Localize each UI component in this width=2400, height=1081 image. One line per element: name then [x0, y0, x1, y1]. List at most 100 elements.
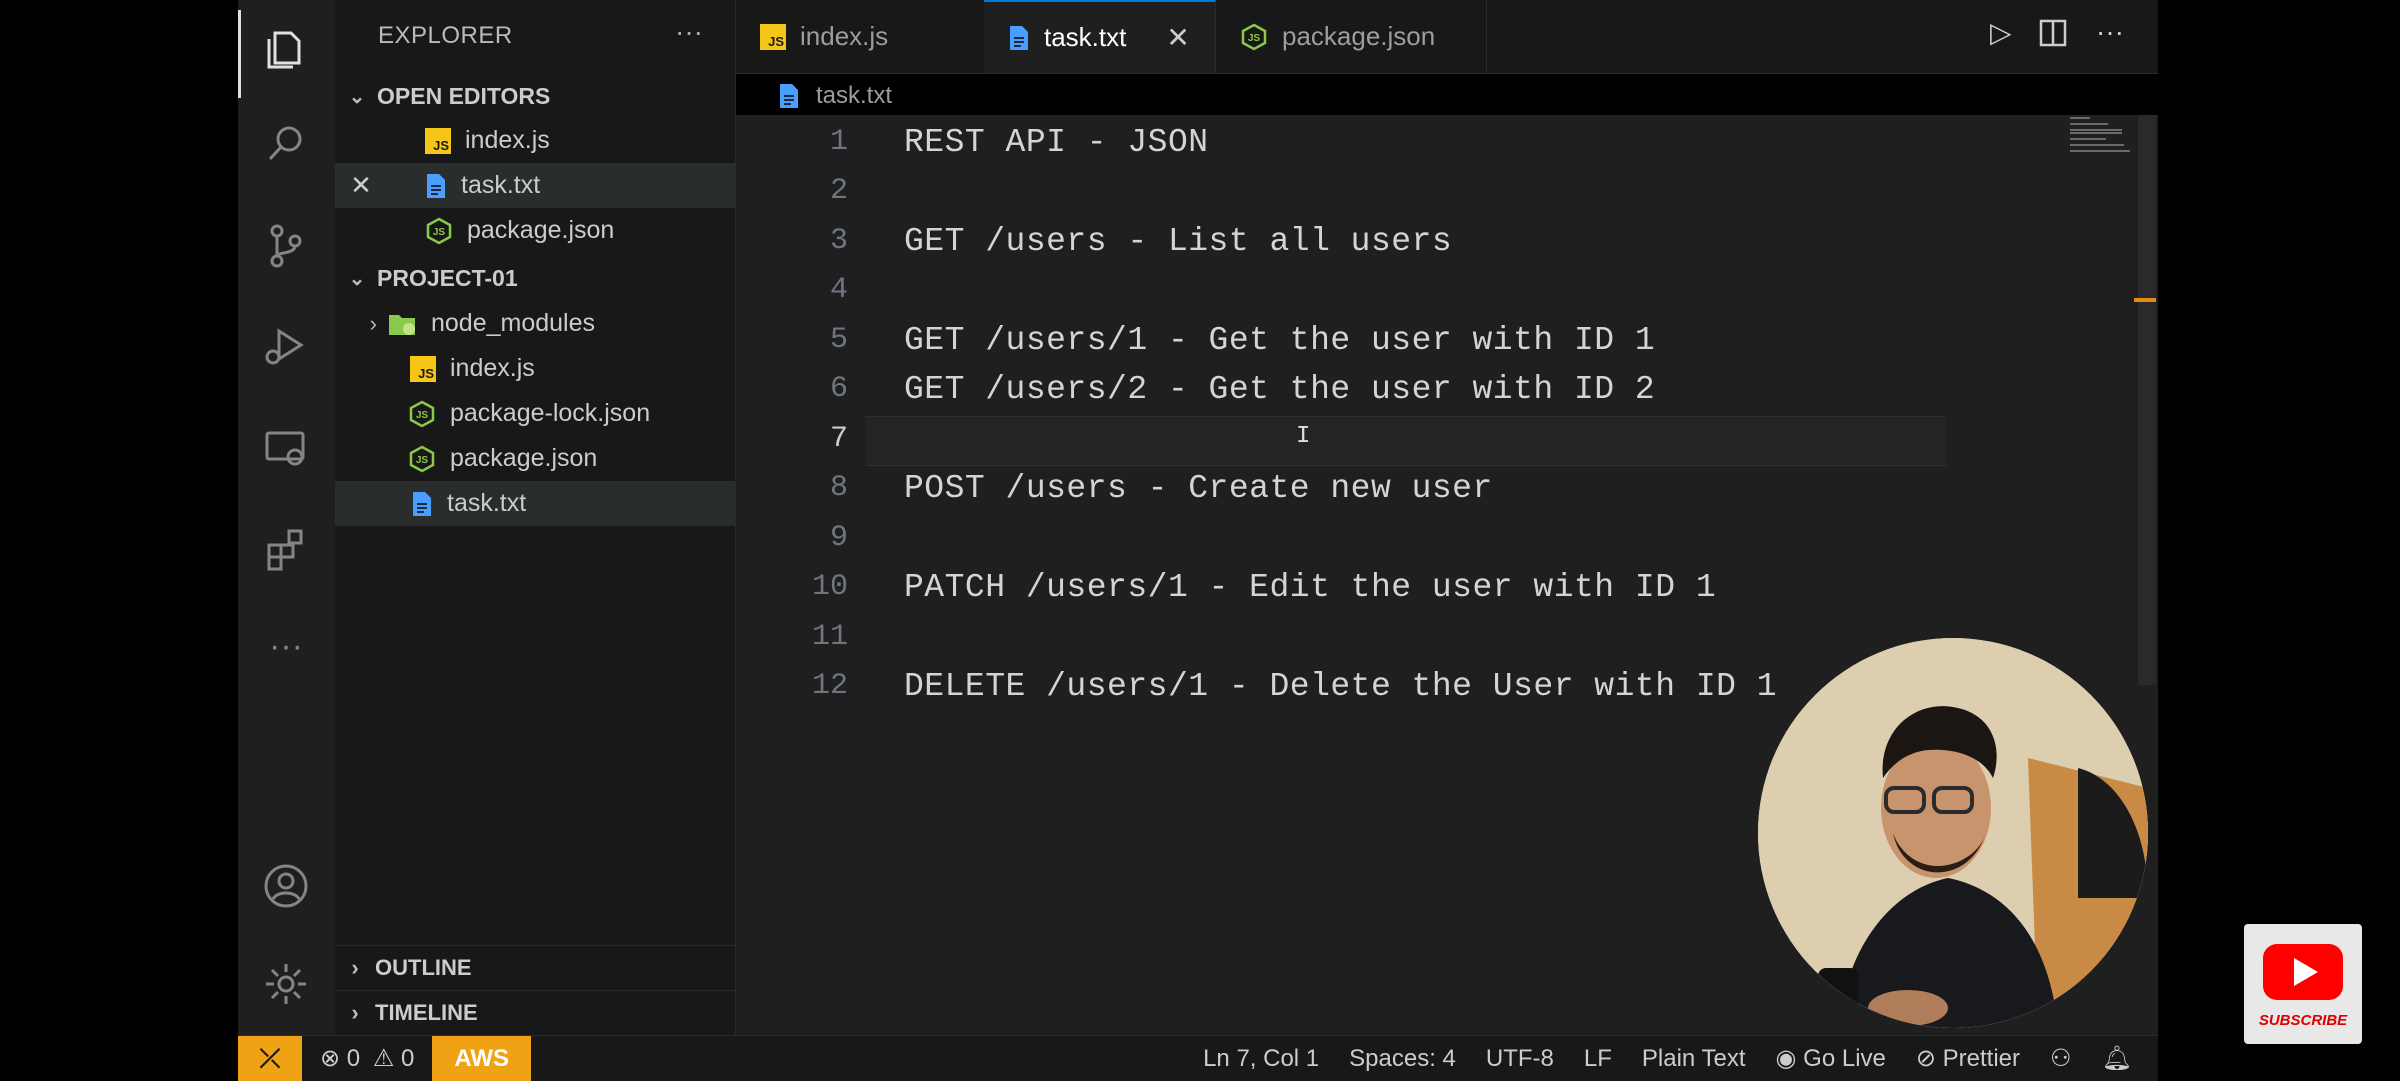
search-icon[interactable]	[260, 118, 312, 170]
close-icon[interactable]: ✕	[335, 170, 387, 201]
tree-item-label: package-lock.json	[450, 399, 651, 427]
text-cursor-icon: I	[1296, 423, 1311, 450]
line-number: 2	[829, 174, 848, 208]
open-editors-header[interactable]: ⌄ OPEN EDITORS	[335, 74, 735, 118]
timeline-section[interactable]: › TIMELINE	[335, 990, 735, 1035]
tree-item-index-js[interactable]: JS index.js	[335, 346, 735, 391]
prettier-icon: ⊘	[1915, 1045, 1936, 1072]
text-file-icon	[780, 84, 798, 108]
code-line: GET /users - List all users	[904, 223, 1453, 260]
go-live-button[interactable]: ◉ Go Live	[1776, 1044, 1886, 1073]
line-number: 5	[829, 323, 848, 357]
line-number: 1	[829, 125, 848, 159]
warning-icon: ⚠	[372, 1045, 395, 1072]
explorer-title: EXPLORER	[378, 22, 513, 49]
presenter-image	[1758, 638, 2148, 1028]
text-file-icon	[427, 173, 445, 198]
project-header[interactable]: ⌄ PROJECT-01	[335, 256, 735, 300]
text-file-icon	[413, 491, 431, 516]
node-file-icon: JS	[409, 400, 435, 427]
explorer-icon[interactable]	[260, 22, 312, 74]
indentation-status[interactable]: Spaces: 4	[1349, 1045, 1456, 1073]
split-editor-icon[interactable]	[2038, 18, 2068, 55]
open-editor-item[interactable]: ✕ task.txt	[335, 163, 735, 208]
code-line: PATCH /users/1 - Edit the user with ID 1	[904, 569, 1717, 606]
tree-item-label: task.txt	[447, 489, 527, 517]
aws-status[interactable]: AWS	[432, 1036, 532, 1081]
tree-item-label: node_modules	[431, 309, 596, 337]
svg-text:JS: JS	[433, 227, 446, 238]
vertical-scrollbar[interactable]	[2138, 115, 2156, 685]
current-line-highlight	[866, 416, 1946, 466]
account-icon[interactable]	[260, 860, 312, 912]
outline-section[interactable]: › OUTLINE	[335, 945, 735, 990]
editor-tab-bar: JS index.js task.txt ✕ JS package.json ▷…	[736, 0, 2158, 74]
eol-status[interactable]: LF	[1584, 1045, 1612, 1073]
youtube-subscribe-watermark[interactable]: SUBSCRIBE	[2244, 924, 2362, 1044]
remote-explorer-icon[interactable]	[260, 422, 312, 474]
open-editor-item[interactable]: JS index.js	[335, 118, 735, 163]
tree-item-package-json[interactable]: JS package.json	[335, 436, 735, 481]
run-icon[interactable]: ▷	[1990, 16, 2012, 49]
chevron-right-icon: ›	[369, 310, 377, 336]
line-number: 11	[811, 620, 848, 654]
line-number: 12	[811, 669, 848, 703]
tab-index-js[interactable]: JS index.js	[736, 0, 985, 73]
line-number: 7	[829, 422, 848, 456]
tab-package-json[interactable]: JS package.json	[1216, 0, 1487, 73]
chevron-right-icon: ›	[351, 955, 359, 980]
svg-text:JS: JS	[416, 455, 429, 466]
presenter-webcam	[1758, 638, 2148, 1028]
cursor-position[interactable]: Ln 7, Col 1	[1203, 1045, 1319, 1073]
chevron-down-icon: ⌄	[348, 267, 366, 290]
run-debug-icon[interactable]	[260, 320, 312, 372]
breadcrumb-file: task.txt	[816, 82, 893, 109]
line-number: 9	[829, 521, 848, 555]
chevron-down-icon: ⌄	[348, 85, 366, 108]
extensions-icon[interactable]	[260, 522, 312, 574]
tree-item-label: package.json	[450, 444, 598, 472]
svg-text:JS: JS	[416, 410, 429, 421]
language-mode[interactable]: Plain Text	[1642, 1045, 1746, 1073]
close-icon[interactable]: ✕	[1166, 21, 1189, 54]
status-bar: ⤫ ⊗ 0 ⚠ 0 AWS Ln 7, Col 1 Spaces: 4 UTF-…	[238, 1035, 2158, 1081]
more-actions-icon[interactable]: ···	[2096, 16, 2124, 48]
remote-indicator-icon[interactable]: ⤫	[238, 1036, 302, 1081]
tree-item-package-lock[interactable]: JS package-lock.json	[335, 391, 735, 436]
go-live-label: Go Live	[1803, 1045, 1886, 1072]
line-number: 3	[829, 224, 848, 258]
code-line: DELETE /users/1 - Delete the User with I…	[904, 668, 1778, 705]
js-file-icon: JS	[425, 127, 451, 154]
feedback-icon[interactable]: ⚇	[2050, 1044, 2072, 1073]
outline-label: OUTLINE	[375, 955, 472, 980]
error-icon: ⊗	[320, 1045, 341, 1072]
code-line: REST API - JSON	[904, 124, 1209, 161]
tab-label: task.txt	[1044, 22, 1127, 52]
tab-label: index.js	[800, 21, 889, 51]
explorer-more-icon[interactable]: ···	[675, 16, 703, 48]
tree-item-label: index.js	[450, 354, 535, 382]
open-editor-label: task.txt	[461, 171, 541, 199]
breadcrumb[interactable]: task.txt	[778, 78, 892, 114]
warning-count: 0	[401, 1045, 415, 1072]
tree-item-node-modules[interactable]: › node_modules	[335, 301, 735, 346]
notifications-bell-icon[interactable]: 🔔︎	[2102, 1044, 2132, 1073]
problems-indicator[interactable]: ⊗ 0 ⚠ 0	[320, 1044, 414, 1073]
code-line: POST /users - Create new user	[904, 470, 1493, 507]
line-number: 6	[829, 372, 848, 406]
tab-label: package.json	[1282, 21, 1436, 51]
text-file-icon	[1010, 25, 1028, 50]
tab-task-txt[interactable]: task.txt ✕	[984, 0, 1216, 73]
open-editor-item[interactable]: JS package.json	[335, 208, 735, 253]
open-editor-label: package.json	[467, 216, 615, 244]
prettier-status[interactable]: ⊘ Prettier	[1916, 1044, 2020, 1073]
js-file-icon: JS	[760, 23, 786, 50]
activity-active-indicator	[238, 10, 241, 98]
settings-gear-icon[interactable]	[260, 958, 312, 1010]
encoding-status[interactable]: UTF-8	[1486, 1045, 1554, 1073]
more-icon[interactable]: ···	[260, 620, 312, 672]
source-control-icon[interactable]	[260, 220, 312, 272]
explorer-sidebar: EXPLORER ··· ⌄ OPEN EDITORS JS index.js …	[335, 0, 736, 1035]
code-line: GET /users/1 - Get the user with ID 1	[904, 322, 1656, 359]
tree-item-task-txt[interactable]: task.txt	[335, 481, 735, 526]
